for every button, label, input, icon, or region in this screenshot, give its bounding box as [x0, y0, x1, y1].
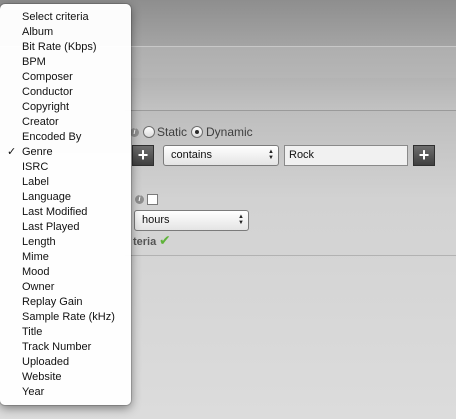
section-header-strip	[125, 78, 456, 111]
criteria-menu-item[interactable]: Title	[0, 325, 131, 340]
criteria-menu-item[interactable]: Uploaded	[0, 355, 131, 370]
criteria-menu-item-label: Year	[22, 386, 45, 398]
criteria-menu-item-label: Title	[22, 326, 43, 338]
limit-checkbox[interactable]	[147, 194, 158, 205]
add-criteria-button[interactable]: +	[132, 145, 154, 166]
criteria-menu-item[interactable]: Sample Rate (kHz)	[0, 310, 131, 325]
criteria-menu-item[interactable]: Composer	[0, 70, 131, 85]
criteria-menu-item-label: Label	[22, 176, 49, 188]
criteria-menu-item[interactable]: Language	[0, 190, 131, 205]
criteria-menu-item[interactable]: Length	[0, 235, 131, 250]
criteria-menu-item-label: Language	[22, 191, 71, 203]
criteria-menu-item[interactable]: Select criteria	[0, 10, 131, 25]
info-icon[interactable]: i	[130, 128, 139, 137]
criteria-dropdown-menu: Select criteria Album Bit Rate (Kbps) BPM Co…	[0, 4, 131, 405]
add-modifier-button[interactable]: +	[413, 145, 435, 166]
criteria-menu-item[interactable]: Website	[0, 370, 131, 385]
criteria-menu-item-label: Copyright	[22, 101, 70, 113]
criteria-menu-item-label: Creator	[22, 116, 59, 128]
limit-unit-select[interactable]: hours ▲ ▼	[134, 210, 249, 231]
dynamic-radio[interactable]	[191, 126, 203, 138]
criteria-menu-item-label: Replay Gain	[22, 296, 83, 308]
check-icon: ✔	[159, 232, 171, 248]
static-radio[interactable]	[143, 126, 155, 138]
modifier-select[interactable]: contains ▲ ▼	[163, 145, 279, 166]
modifier-select-value: contains	[171, 149, 212, 161]
criteria-menu-item[interactable]: Year	[0, 385, 131, 400]
section-divider	[125, 255, 456, 256]
static-label: Static	[157, 125, 188, 139]
criteria-menu-item-label: Length	[22, 236, 56, 248]
criteria-menu-item-label: Composer	[22, 71, 73, 83]
criteria-menu-item[interactable]: Copyright	[0, 100, 131, 115]
criteria-menu-item[interactable]: Conductor	[0, 85, 131, 100]
criteria-menu-item[interactable]: Owner	[0, 280, 131, 295]
criteria-menu-item[interactable]: Bit Rate (Kbps)	[0, 40, 131, 55]
criteria-menu-item-label: BPM	[22, 56, 46, 68]
limit-unit-value: hours	[142, 214, 170, 226]
criteria-menu-item[interactable]: BPM	[0, 55, 131, 70]
selected-check-icon: ✓	[7, 146, 17, 158]
criteria-menu-item[interactable]: Album	[0, 25, 131, 40]
criteria-menu-item-label: Conductor	[22, 86, 73, 98]
criteria-value-input[interactable]: Rock	[284, 145, 408, 166]
criteria-menu-item[interactable]: Track Number	[0, 340, 131, 355]
criteria-menu-item-label: Genre	[22, 146, 53, 158]
criteria-menu-item-label: Bit Rate (Kbps)	[22, 41, 97, 53]
criteria-menu-item[interactable]: ISRC	[0, 160, 131, 175]
dynamic-label: Dynamic	[206, 125, 253, 139]
criteria-menu-item-label: Sample Rate (kHz)	[22, 311, 115, 323]
criteria-menu-item[interactable]: ✓ Genre	[0, 145, 131, 160]
criteria-menu-item[interactable]: Replay Gain	[0, 295, 131, 310]
criteria-menu-item-label: Last Played	[22, 221, 80, 233]
criteria-menu-item-label: Mime	[22, 251, 49, 263]
criteria-menu-list: Select criteria Album Bit Rate (Kbps) BPM Co…	[0, 10, 131, 400]
criteria-menu-item-label: Owner	[22, 281, 55, 293]
criteria-status-label: teria	[133, 236, 157, 248]
criteria-menu-item[interactable]: Last Modified	[0, 205, 131, 220]
criteria-menu-item-label: Encoded By	[22, 131, 82, 143]
criteria-menu-item-label: Album	[22, 26, 54, 38]
criteria-menu-item[interactable]: Encoded By	[0, 130, 131, 145]
criteria-menu-item[interactable]: Creator	[0, 115, 131, 130]
criteria-menu-item[interactable]: Label	[0, 175, 131, 190]
criteria-menu-item[interactable]: Mood	[0, 265, 131, 280]
limit-info-icon[interactable]: i	[135, 195, 144, 204]
criteria-menu-item-label: Uploaded	[22, 356, 70, 368]
criteria-menu-item-label: ISRC	[22, 161, 49, 173]
criteria-menu-item-label: Website	[22, 371, 62, 383]
criteria-menu-item-label: Track Number	[22, 341, 92, 353]
criteria-menu-item-label: Select criteria	[22, 11, 89, 23]
criteria-menu-item-label: Mood	[22, 266, 50, 278]
select-arrows-icon: ▲ ▼	[238, 214, 244, 226]
criteria-menu-item-label: Last Modified	[22, 206, 88, 218]
criteria-menu-item[interactable]: Mime	[0, 250, 131, 265]
criteria-menu-item[interactable]: Last Played	[0, 220, 131, 235]
select-arrows-icon: ▲ ▼	[268, 149, 274, 161]
